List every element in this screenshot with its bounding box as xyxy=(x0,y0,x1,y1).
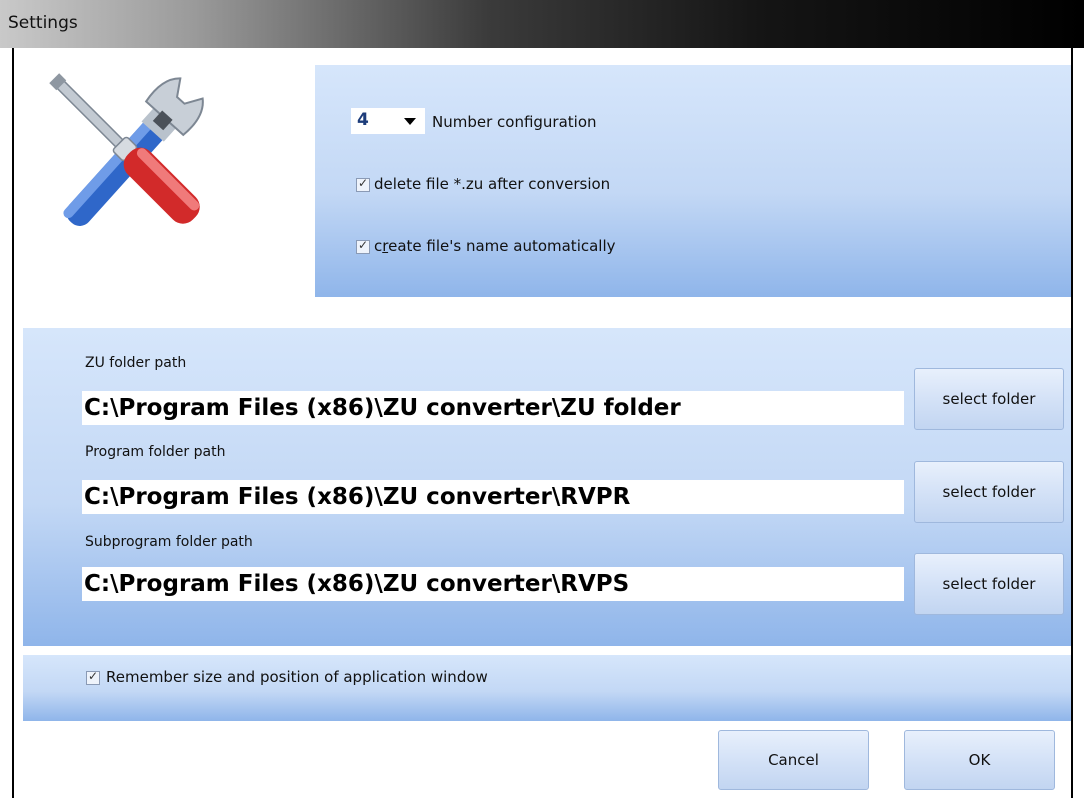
create-name-label-start: c xyxy=(374,237,383,255)
window-frame-right xyxy=(1071,48,1084,798)
create-name-checkbox[interactable] xyxy=(356,238,370,254)
window-title: Settings xyxy=(8,13,78,33)
cancel-button[interactable]: Cancel xyxy=(718,730,869,790)
remember-window-label: Remember size and position of applicatio… xyxy=(106,668,488,686)
subprogram-folder-label: Subprogram folder path xyxy=(85,534,253,550)
title-bar[interactable]: Settings xyxy=(0,0,1084,48)
screwdriver-wrench-icon xyxy=(49,73,204,226)
number-configuration-select[interactable]: 4 xyxy=(351,108,425,134)
delete-file-checkbox[interactable] xyxy=(356,176,370,192)
subprogram-folder-input[interactable] xyxy=(82,567,904,601)
select-program-folder-button[interactable]: select folder xyxy=(914,461,1064,523)
window-frame-left xyxy=(0,48,14,798)
select-subprogram-folder-button[interactable]: select folder xyxy=(914,553,1064,615)
number-configuration-label: Number configuration xyxy=(432,113,597,131)
delete-file-label: delete file *.zu after conversion xyxy=(374,175,611,193)
program-folder-label: Program folder path xyxy=(85,444,226,460)
zu-folder-label: ZU folder path xyxy=(85,355,187,371)
remember-window-checkbox[interactable] xyxy=(86,669,100,685)
program-folder-input[interactable] xyxy=(82,480,904,514)
select-zu-folder-button[interactable]: select folder xyxy=(914,368,1064,430)
zu-folder-input[interactable] xyxy=(82,391,904,425)
ok-button[interactable]: OK xyxy=(904,730,1055,790)
number-configuration-value: 4 xyxy=(357,110,369,130)
window-options-panel xyxy=(23,655,1071,721)
create-name-label: create file's name automatically xyxy=(374,237,616,255)
create-name-label-end: eate file's name automatically xyxy=(388,237,616,255)
chevron-down-icon[interactable] xyxy=(404,118,416,125)
